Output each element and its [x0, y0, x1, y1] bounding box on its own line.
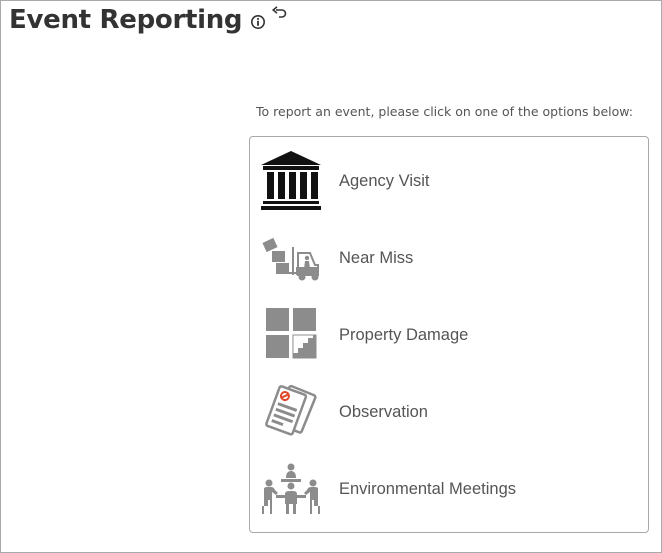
option-environmental-meetings[interactable]: Environmental Meetings — [258, 454, 638, 524]
option-label: Environmental Meetings — [339, 479, 517, 498]
forklift-icon — [258, 225, 324, 291]
documents-icon — [258, 379, 324, 445]
option-observation[interactable]: Observation — [258, 377, 638, 447]
info-circle-icon[interactable] — [250, 14, 266, 30]
option-near-miss[interactable]: Near Miss — [258, 223, 638, 293]
instruction-text: To report an event, please click on one … — [256, 104, 634, 119]
page-title: Event Reporting — [9, 5, 243, 35]
option-label: Near Miss — [339, 248, 414, 267]
government-building-icon — [258, 148, 324, 214]
option-property-damage[interactable]: Property Damage — [258, 300, 638, 370]
option-agency-visit[interactable]: Agency Visit — [258, 146, 638, 216]
return-arrow-icon[interactable] — [270, 5, 288, 21]
option-label: Agency Visit — [339, 171, 430, 190]
broken-window-icon — [258, 302, 324, 368]
page-header: Event Reporting — [9, 2, 288, 38]
option-label: Observation — [339, 402, 428, 421]
meeting-table-icon — [258, 456, 324, 522]
option-label: Property Damage — [339, 325, 469, 344]
event-options-panel: Agency Visit Near Miss Property Damage O… — [249, 136, 649, 533]
